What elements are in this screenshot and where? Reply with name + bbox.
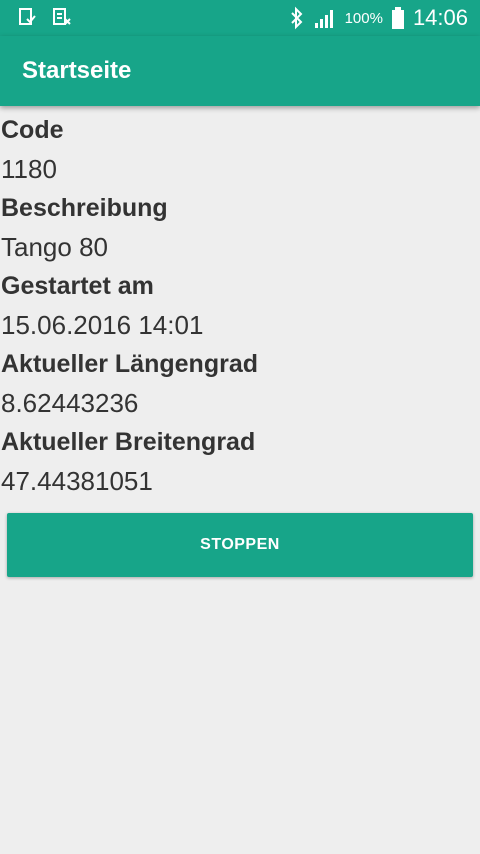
description-value: Tango 80 (1, 232, 108, 262)
latitude-value: 47.44381051 (1, 466, 153, 496)
longitude-value: 8.62443236 (1, 388, 139, 418)
status-left-icons (18, 7, 72, 27)
status-right-icons: 100% 14:06 (289, 4, 468, 32)
code-value: 1180 (1, 154, 57, 184)
details-content: Code 1180 Beschreibung Tango 80 Gestarte… (1, 112, 479, 502)
stop-button[interactable]: STOPPEN (7, 513, 473, 577)
app-bar: Startseite (0, 36, 480, 106)
signal-icon (313, 7, 337, 29)
page-title: Startseite (22, 57, 132, 84)
longitude-label: Aktueller Längengrad (1, 350, 258, 378)
latitude-label: Aktueller Breitengrad (1, 428, 256, 456)
started-at-label: Gestartet am (1, 272, 154, 300)
started-at-value: 15.06.2016 14:01 (1, 310, 204, 340)
description-label: Beschreibung (1, 194, 168, 222)
sim-icon (52, 7, 72, 27)
bluetooth-icon (289, 6, 305, 30)
status-bar: 100% 14:06 (0, 0, 480, 36)
battery-percent: 100% (344, 9, 383, 27)
sync-icon (18, 7, 38, 27)
clock: 14:06 (412, 5, 468, 30)
code-label: Code (1, 116, 64, 144)
battery-icon (391, 6, 405, 30)
